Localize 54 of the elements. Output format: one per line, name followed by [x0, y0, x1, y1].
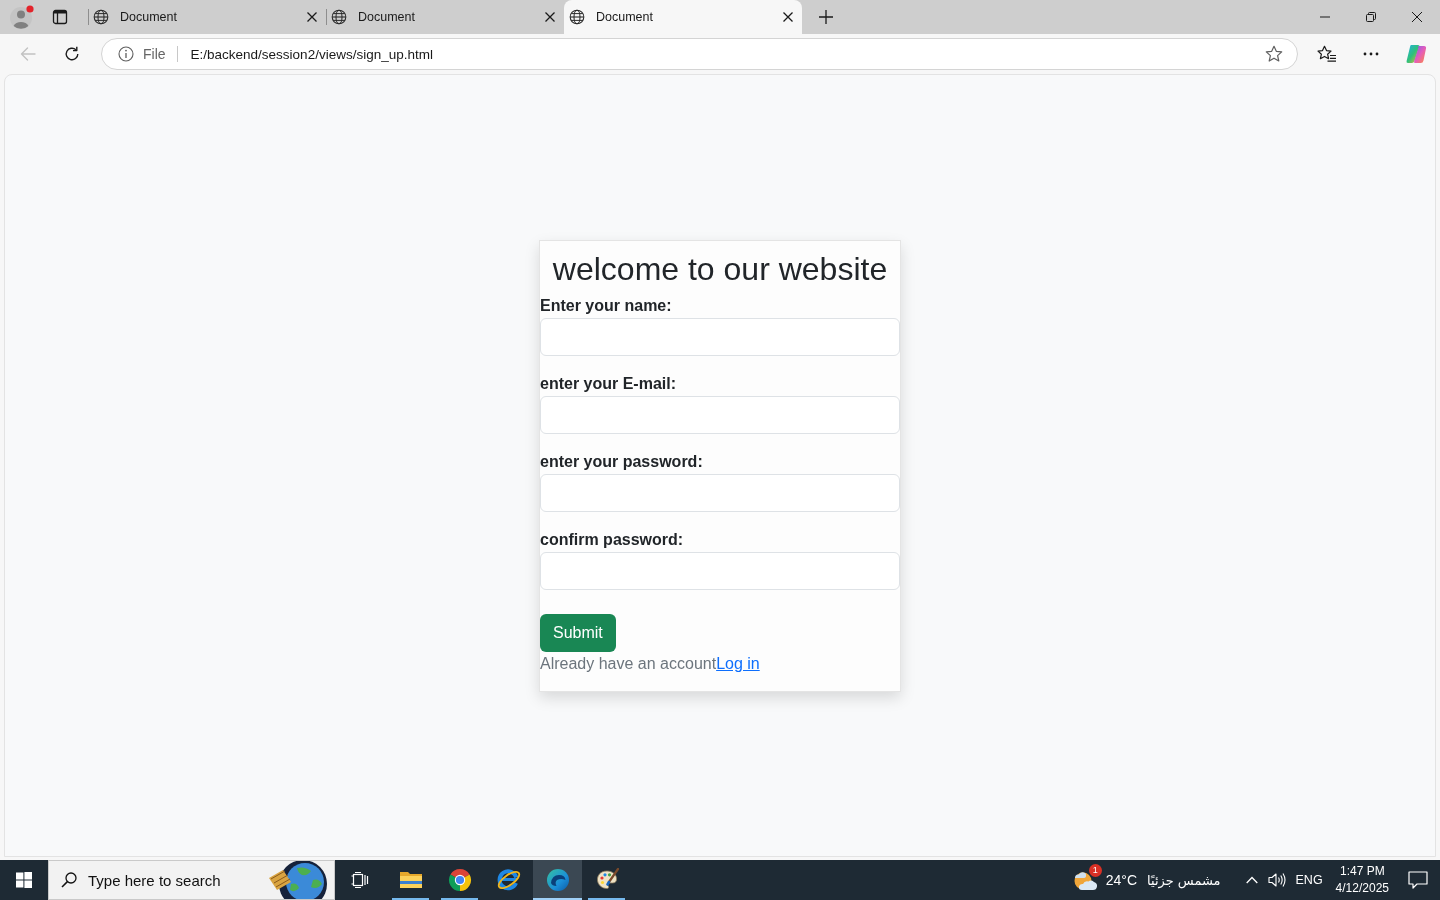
field-label: enter your E-mail:	[540, 373, 677, 394]
info-icon[interactable]	[118, 46, 134, 62]
language-indicator[interactable]: ENG	[1295, 873, 1323, 887]
notification-icon[interactable]	[1408, 871, 1428, 889]
address-bar[interactable]: File E:/backend/session2/views/sign_up.html	[101, 38, 1298, 70]
close-icon[interactable]	[307, 12, 317, 22]
speaker-icon[interactable]	[1267, 872, 1286, 888]
close-icon[interactable]	[545, 12, 555, 22]
site-info-label[interactable]: File	[143, 46, 166, 62]
task-view-icon[interactable]	[350, 872, 369, 888]
globe-icon	[331, 9, 347, 25]
submit-button[interactable]: Submit	[540, 613, 616, 652]
login-link[interactable]: Log in	[716, 654, 760, 672]
field-label: Enter your name:	[540, 295, 672, 316]
browser-tab[interactable]: Document	[564, 0, 802, 34]
field-label: confirm password:	[540, 529, 684, 550]
close-icon[interactable]	[783, 12, 793, 22]
internet-explorer-icon	[495, 868, 522, 892]
taskbar-app-button[interactable]	[533, 860, 582, 900]
weather-condition-text: مشمس جزئيًا	[1147, 872, 1221, 888]
url-text[interactable]: E:/backend/session2/views/sign_up.html	[190, 46, 1265, 62]
favorites-icon[interactable]	[1317, 45, 1337, 63]
browser-tab[interactable]: Document	[88, 0, 326, 34]
paint-palette-icon	[594, 868, 619, 892]
clock-button[interactable]: 1:47 PM 4/12/2025	[1333, 863, 1391, 897]
restore-icon[interactable]	[1366, 12, 1376, 22]
input-field[interactable]	[540, 473, 900, 512]
globe-icon	[93, 9, 109, 25]
globe-icon	[569, 9, 585, 25]
temperature-text: 24°C	[1105, 872, 1137, 888]
windows-logo-icon[interactable]	[16, 872, 32, 888]
folder-icon	[398, 870, 423, 890]
star-icon[interactable]	[1265, 45, 1283, 63]
notification-badge: 1	[1088, 864, 1102, 877]
edge-icon	[545, 868, 570, 892]
page-heading: welcome to our website	[551, 249, 889, 288]
input-field[interactable]	[540, 551, 900, 590]
refresh-icon[interactable]	[64, 46, 80, 62]
search-bar[interactable]: Type here to search	[48, 860, 335, 900]
chrome-icon	[447, 868, 472, 892]
field-label: enter your password:	[540, 451, 703, 472]
search-field[interactable]: Type here to search	[88, 871, 261, 889]
chevron-up-icon[interactable]	[1245, 876, 1258, 884]
close-icon[interactable]	[1412, 12, 1422, 22]
new-tab-plus-icon[interactable]	[819, 10, 833, 24]
more-options-icon[interactable]	[1363, 52, 1379, 56]
colorful-logo-icon[interactable]	[1405, 43, 1429, 65]
login-prompt: Already have an accountLog in	[540, 653, 760, 674]
window-layout-icon[interactable]	[52, 9, 68, 25]
search-icon	[61, 872, 77, 888]
input-field[interactable]	[540, 317, 900, 356]
input-field[interactable]	[540, 395, 900, 434]
profile-avatar-icon[interactable]	[9, 4, 35, 30]
browser-tab[interactable]: Document	[326, 0, 564, 34]
